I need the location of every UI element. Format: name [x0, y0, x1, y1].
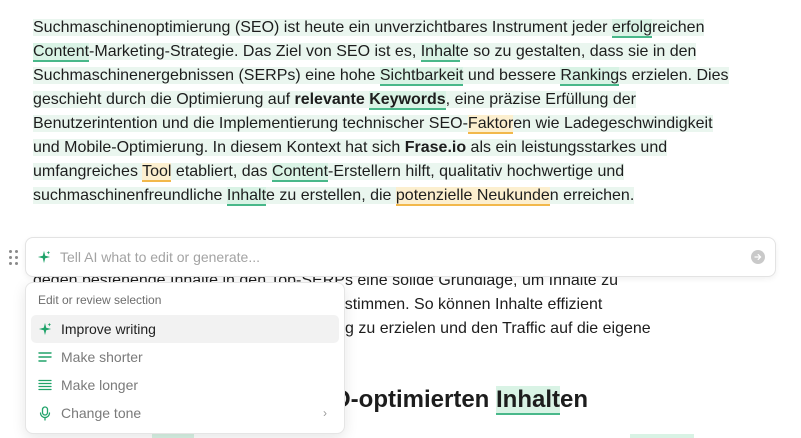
drag-dot	[9, 255, 12, 259]
keyword-highlight: Inhalt	[226, 187, 267, 206]
keyword-highlight: erfolg	[611, 19, 652, 38]
long-text-icon	[37, 377, 53, 393]
section-heading: O-optimierten Inhalten	[332, 386, 589, 415]
paragraph-text: und bessere	[463, 67, 561, 84]
drag-dot	[15, 261, 18, 265]
menu-item-label: Make shorter	[61, 349, 143, 365]
keyword-mark	[630, 434, 694, 438]
menu-section-title: Edit or review selection	[38, 293, 162, 307]
menu-item-make-longer[interactable]: Make longer	[31, 371, 339, 399]
keyword-highlight: Faktor	[467, 115, 514, 134]
drag-handle[interactable]	[9, 249, 19, 265]
menu-item-make-shorter[interactable]: Make shorter	[31, 343, 339, 371]
bold-text: relevante	[294, 91, 370, 108]
paragraph-text: e zu erstellen, die	[266, 187, 396, 204]
menu-item-label: Improve writing	[61, 321, 156, 337]
drag-dot	[15, 255, 18, 259]
microphone-icon	[37, 405, 53, 421]
selected-paragraph: Suchmaschinenoptimierung (SEO) ist heute…	[33, 16, 733, 208]
keyword-highlight: Content	[33, 43, 90, 62]
drag-dot	[9, 249, 12, 253]
sparkle-icon	[36, 249, 52, 265]
keyword-highlight: potenzielle Neukunde	[395, 187, 550, 206]
paragraph-text: reichen	[651, 19, 705, 36]
drag-dot	[9, 261, 12, 265]
bold-text: Frase.io	[404, 139, 467, 156]
arrow-right-icon	[754, 254, 762, 260]
short-text-icon	[37, 349, 53, 365]
keyword-highlight: Sichtbarkeit	[379, 67, 464, 86]
ai-prompt-bar	[25, 237, 776, 277]
menu-item-change-tone[interactable]: Change tone ›	[31, 399, 339, 427]
keyword-highlight: Content	[271, 163, 329, 182]
menu-item-label: Change tone	[61, 405, 142, 421]
paragraph-text: etabliert, das	[171, 163, 272, 180]
sparkle-icon	[37, 321, 53, 337]
paragraph-text: n erreichen.	[549, 187, 635, 204]
menu-item-label: Make longer	[61, 377, 139, 393]
keyword-highlight: Inhalt	[420, 43, 460, 62]
chevron-right-icon: ›	[323, 406, 327, 420]
send-button[interactable]	[751, 250, 765, 264]
menu-item-improve-writing[interactable]: Improve writing	[31, 315, 339, 343]
keyword-mark	[152, 434, 194, 438]
drag-dot	[15, 249, 18, 253]
text-selection: Suchmaschinenoptimierung (SEO) ist heute…	[33, 19, 729, 206]
ai-actions-menu: Edit or review selection Improve writing…	[25, 282, 345, 434]
ai-prompt-input[interactable]	[60, 249, 751, 265]
keyword-highlight: Keywords	[369, 91, 446, 110]
paragraph-text: -Marketing-Strategie. Das Ziel von SEO i…	[89, 43, 421, 60]
paragraph-text: Suchmaschinenoptimierung (SEO) ist heute…	[33, 19, 612, 36]
keyword-highlight: Ranking	[560, 67, 620, 86]
keyword-highlight: Tool	[142, 163, 172, 182]
